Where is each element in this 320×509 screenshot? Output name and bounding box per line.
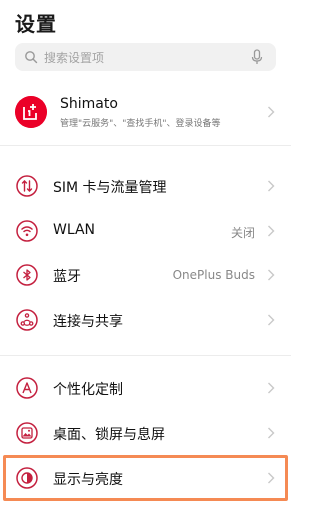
page-title: 设置 [15, 12, 57, 36]
oneplus-logo [15, 96, 47, 128]
settings-item-label: 个性化定制 [53, 382, 123, 398]
chevron-right-icon [268, 427, 275, 439]
settings-item-personalization[interactable]: 个性化定制 [0, 366, 291, 410]
mic-icon[interactable] [250, 49, 264, 65]
settings-item-label: 蓝牙 [53, 269, 81, 285]
settings-item-bluetooth[interactable]: 蓝牙 OnePlus Buds [0, 253, 291, 297]
wifi-icon [16, 220, 38, 242]
wallpaper-icon [16, 422, 38, 444]
bluetooth-icon [16, 264, 38, 286]
chevron-right-icon [268, 382, 275, 394]
account-name: Shimato [60, 96, 118, 112]
share-icon [16, 309, 38, 331]
chevron-right-icon [268, 180, 275, 192]
search-bar[interactable]: 搜索设置项 [15, 43, 276, 71]
wlan-status: 关闭 [230, 226, 255, 240]
settings-item-wlan[interactable]: WLAN 关闭 [0, 209, 291, 253]
bluetooth-device: OnePlus Buds [172, 268, 255, 282]
chevron-right-icon [268, 314, 275, 326]
sim-icon [16, 175, 38, 197]
settings-item-label: SIM 卡与流量管理 [53, 180, 167, 196]
settings-item-connection-sharing[interactable]: 连接与共享 [0, 298, 291, 342]
chevron-right-icon [268, 269, 275, 281]
chevron-right-icon [268, 106, 275, 118]
settings-item-label: WLAN [53, 222, 96, 238]
account-subtitle: 管理"云服务"、"查找手机"、登录设备等 [60, 119, 221, 129]
personalize-icon [16, 377, 38, 399]
search-placeholder: 搜索设置项 [44, 50, 105, 65]
section-divider [0, 145, 291, 146]
settings-item-home-lock-screen[interactable]: 桌面、锁屏与息屏 [0, 411, 291, 455]
account-row[interactable]: Shimato 管理"云服务"、"查找手机"、登录设备等 [15, 96, 276, 130]
settings-item-label: 桌面、锁屏与息屏 [53, 427, 165, 443]
chevron-right-icon [268, 225, 275, 237]
settings-page: 设置 搜索设置项 Shimato 管理"云服务"、"查找手机"、登录设备等 SI… [0, 0, 291, 509]
selection-highlight [3, 455, 288, 501]
settings-item-sim[interactable]: SIM 卡与流量管理 [0, 164, 291, 208]
section-divider [0, 355, 291, 356]
settings-item-label: 连接与共享 [53, 314, 123, 330]
search-icon [25, 51, 38, 64]
